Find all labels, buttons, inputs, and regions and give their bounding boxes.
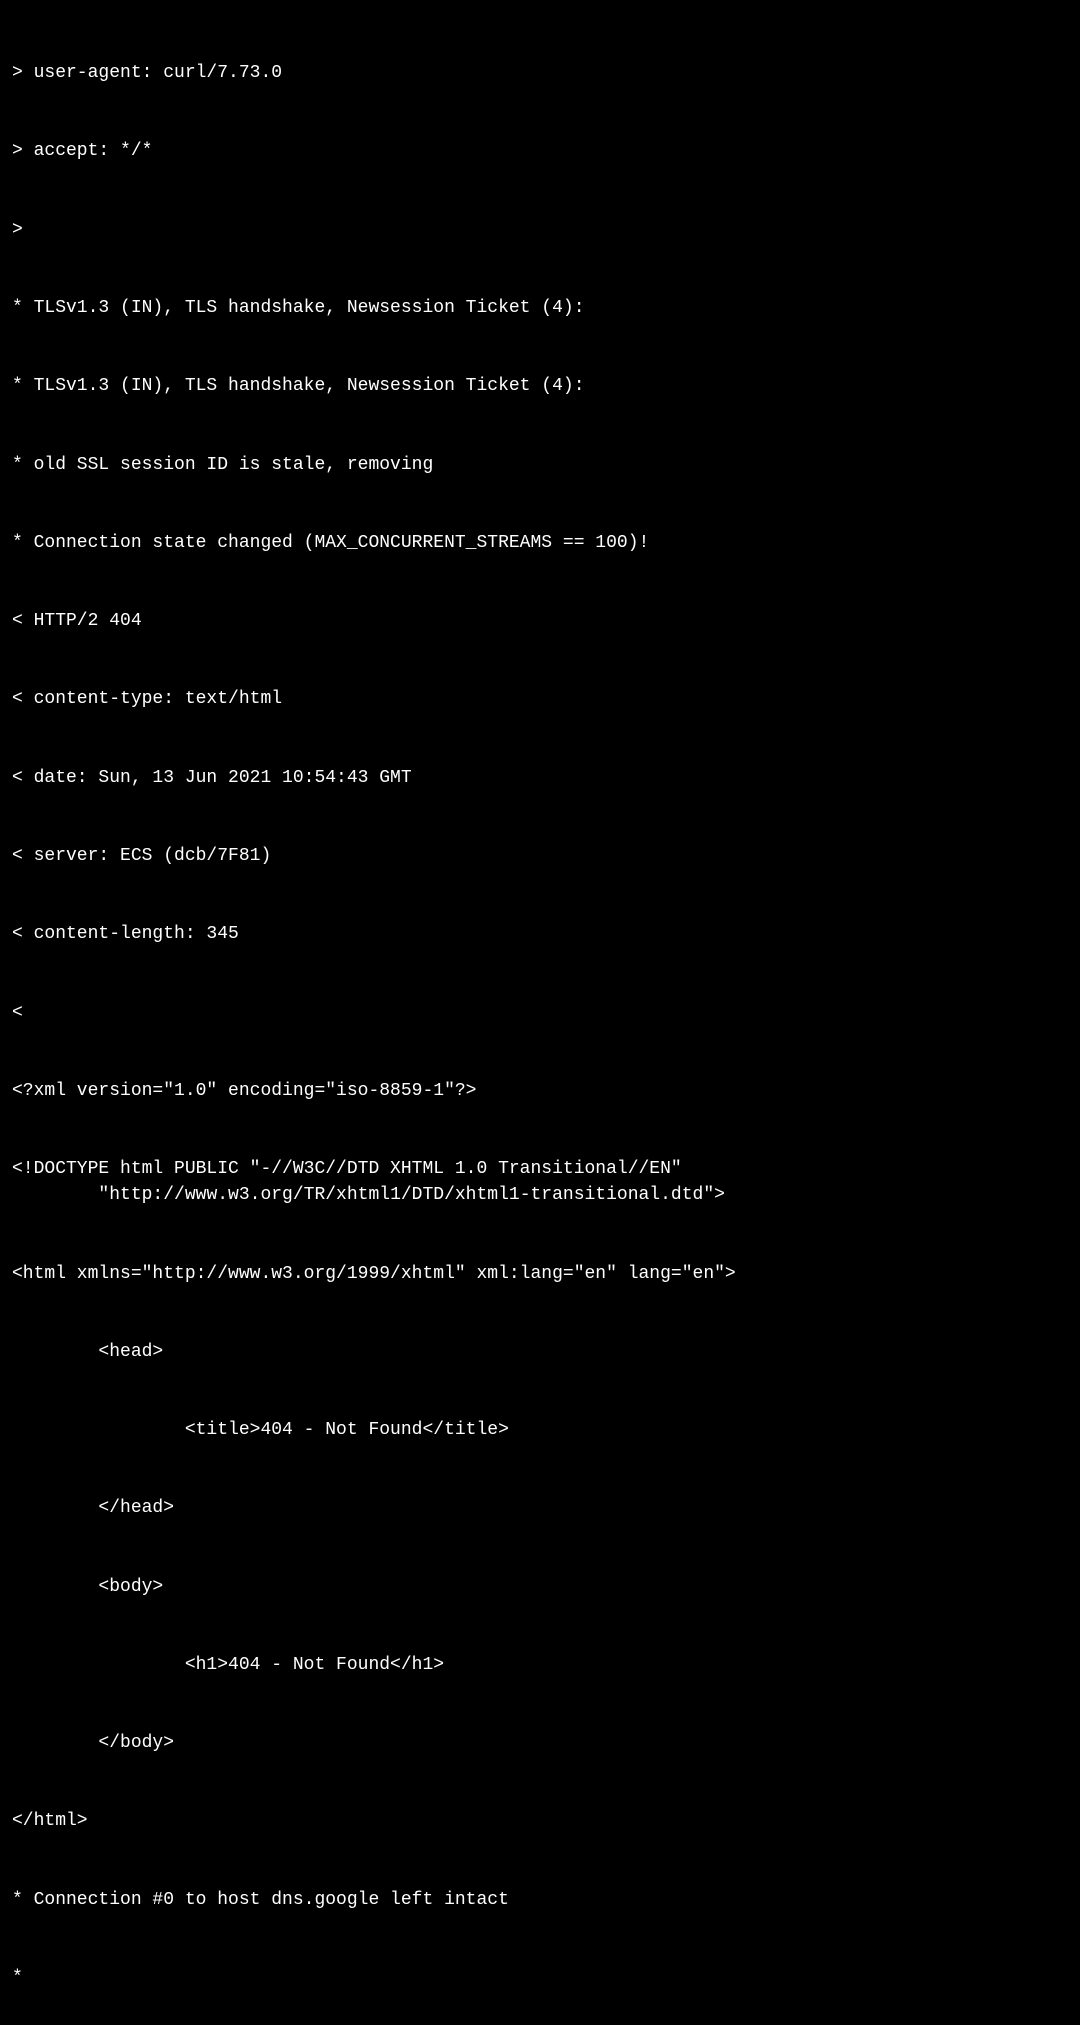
terminal-line-16: <html xmlns="http://www.w3.org/1999/xhtm… <box>12 1261 1068 1287</box>
terminal-line-12: < content-length: 345 <box>12 921 1068 947</box>
terminal-line-1: > user-agent: curl/7.73.0 <box>12 60 1068 86</box>
terminal-line-25: * <box>12 1965 1068 1991</box>
terminal-line-10: < date: Sun, 13 Jun 2021 10:54:43 GMT <box>12 765 1068 791</box>
terminal-line-7: * Connection state changed (MAX_CONCURRE… <box>12 530 1068 556</box>
terminal-line-11: < server: ECS (dcb/7F81) <box>12 843 1068 869</box>
terminal-line-23: </html> <box>12 1808 1068 1834</box>
terminal-line-18: <title>404 - Not Found</title> <box>12 1417 1068 1443</box>
terminal-line-6: * old SSL session ID is stale, removing <box>12 452 1068 478</box>
terminal-line-22: </body> <box>12 1730 1068 1756</box>
terminal-line-24: * Connection #0 to host dns.google left … <box>12 1887 1068 1913</box>
terminal-line-3: > <box>12 217 1068 243</box>
terminal-line-17: <head> <box>12 1339 1068 1365</box>
terminal-line-15: <!DOCTYPE html PUBLIC "-//W3C//DTD XHTML… <box>12 1156 1068 1208</box>
terminal-line-9: < content-type: text/html <box>12 686 1068 712</box>
terminal-line-5: * TLSv1.3 (IN), TLS handshake, Newsessio… <box>12 373 1068 399</box>
terminal-line-21: <h1>404 - Not Found</h1> <box>12 1652 1068 1678</box>
terminal-line-14: <?xml version="1.0" encoding="iso-8859-1… <box>12 1078 1068 1104</box>
terminal-output: > user-agent: curl/7.73.0 > accept: */* … <box>12 8 1068 2017</box>
terminal-line-8: < HTTP/2 404 <box>12 608 1068 634</box>
terminal-line-20: <body> <box>12 1574 1068 1600</box>
terminal-line-13: < <box>12 1000 1068 1026</box>
terminal-line-4: * TLSv1.3 (IN), TLS handshake, Newsessio… <box>12 295 1068 321</box>
terminal-line-19: </head> <box>12 1495 1068 1521</box>
terminal-line-2: > accept: */* <box>12 138 1068 164</box>
